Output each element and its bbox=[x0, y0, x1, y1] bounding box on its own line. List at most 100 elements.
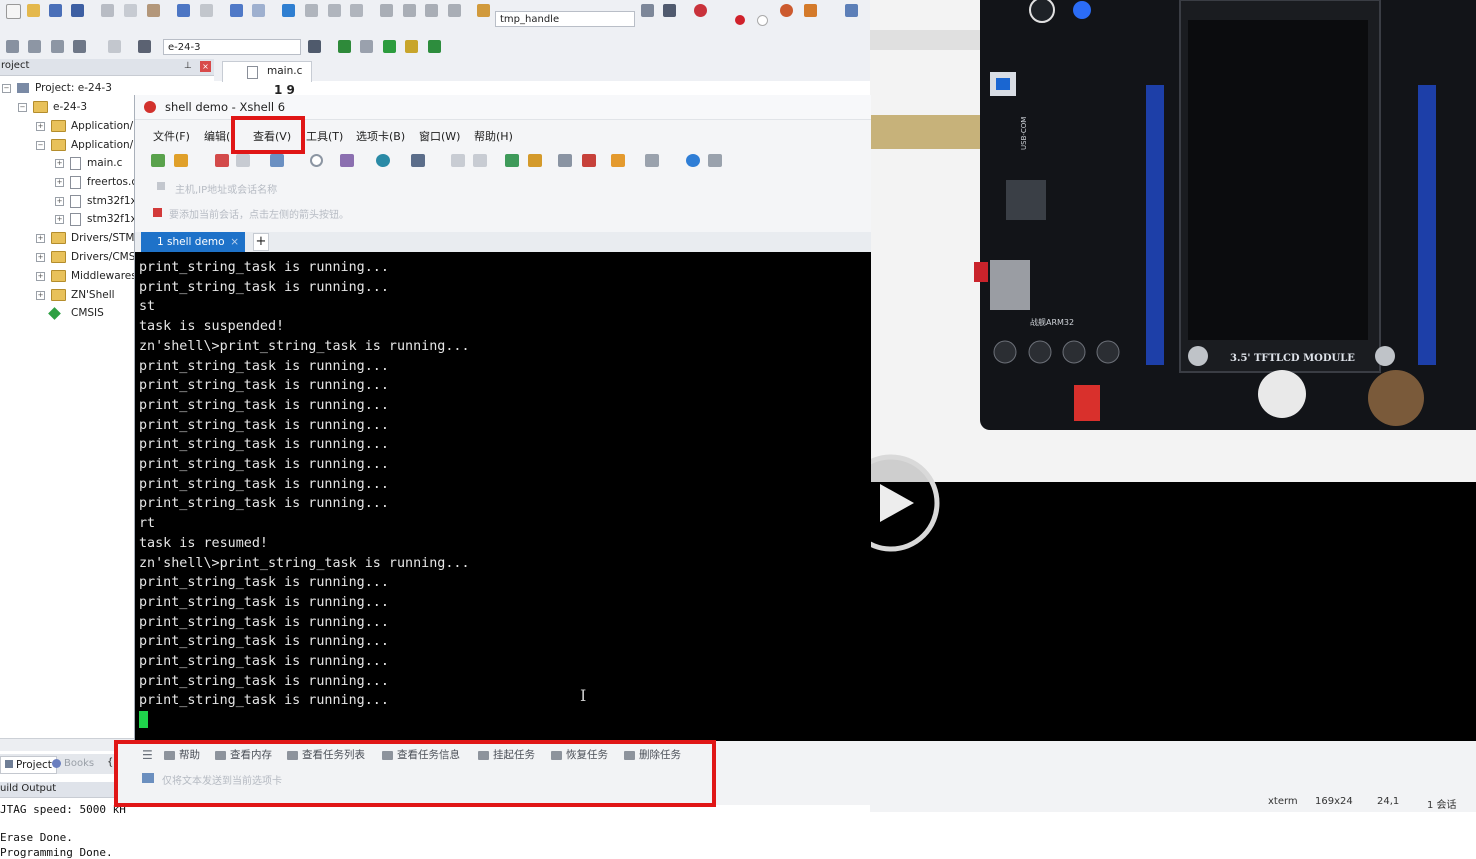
collapse-icon[interactable]: − bbox=[18, 102, 27, 112]
disconnect-icon[interactable] bbox=[236, 154, 250, 167]
terminal[interactable]: print_string_task is running... print_str… bbox=[135, 252, 871, 741]
close-panel-icon[interactable]: × bbox=[200, 61, 211, 72]
bookmark-icon[interactable] bbox=[282, 4, 295, 17]
tree-item-cmsis[interactable]: CMSIS bbox=[48, 305, 104, 321]
tab-books[interactable]: Books bbox=[52, 758, 94, 769]
file-extensions-icon[interactable] bbox=[360, 40, 373, 53]
quick-cmd-task-info[interactable]: 查看任务信息 bbox=[382, 747, 460, 762]
comment-icon[interactable] bbox=[425, 4, 438, 17]
compose-icon[interactable] bbox=[611, 154, 625, 167]
collapse-icon[interactable]: − bbox=[2, 83, 11, 93]
fullscreen-icon[interactable] bbox=[505, 154, 519, 167]
properties-icon[interactable] bbox=[340, 154, 354, 167]
kill-breakpoints-icon[interactable] bbox=[780, 4, 793, 17]
stop-build-icon[interactable] bbox=[108, 40, 121, 53]
manage-components-icon[interactable] bbox=[338, 40, 351, 53]
redo-icon[interactable] bbox=[200, 4, 213, 17]
address-bar[interactable]: 主机,IP地址或会话名称 bbox=[135, 177, 871, 197]
editor-tab-main-c[interactable]: main.c bbox=[222, 61, 312, 82]
help-icon[interactable] bbox=[686, 154, 700, 167]
rebuild-icon[interactable] bbox=[51, 40, 64, 53]
menu-help[interactable]: 帮助(H) bbox=[474, 128, 513, 144]
collapse-icon[interactable]: − bbox=[36, 140, 45, 150]
find-in-files-icon[interactable] bbox=[477, 4, 490, 17]
window-layout-icon[interactable] bbox=[845, 4, 858, 17]
tree-item-group[interactable]: − Application/ bbox=[36, 137, 133, 153]
expand-icon[interactable]: + bbox=[55, 214, 64, 224]
menu-view[interactable]: 查看(V) bbox=[253, 128, 291, 144]
disable-breakpoint-icon[interactable] bbox=[757, 15, 768, 26]
menu-file[interactable]: 文件(F) bbox=[153, 128, 190, 144]
quick-cmd-suspend-task[interactable]: 挂起任务 bbox=[478, 747, 535, 762]
new-file-icon[interactable] bbox=[6, 4, 21, 19]
target-options-icon[interactable] bbox=[308, 40, 321, 53]
tree-item-group[interactable]: + Drivers/STM3 bbox=[36, 230, 141, 246]
globe-icon[interactable] bbox=[376, 154, 390, 167]
expand-icon[interactable]: + bbox=[36, 252, 45, 262]
tree-item-file[interactable]: + stm32f1x bbox=[55, 211, 137, 227]
indent-icon[interactable] bbox=[380, 4, 393, 17]
target-combo[interactable]: e-24-3 bbox=[163, 39, 301, 55]
bookmark-prev-icon[interactable] bbox=[305, 4, 318, 17]
tree-item-target[interactable]: − e-24-3 bbox=[18, 99, 87, 115]
save-icon[interactable] bbox=[49, 4, 62, 17]
quick-cmd-resume-task[interactable]: 恢复任务 bbox=[551, 747, 608, 762]
expand-icon[interactable]: + bbox=[36, 271, 45, 281]
close-tab-icon[interactable]: × bbox=[230, 232, 239, 252]
rte-icon[interactable] bbox=[428, 40, 441, 53]
find-icon[interactable] bbox=[310, 154, 323, 167]
menu-tabs[interactable]: 选项卡(B) bbox=[356, 128, 405, 144]
nav-back-icon[interactable] bbox=[230, 4, 243, 17]
keyboard-icon[interactable] bbox=[558, 154, 572, 167]
tree-item-file[interactable]: + freertos.c bbox=[55, 174, 137, 190]
tree-item-group[interactable]: + Middlewares bbox=[36, 268, 137, 284]
menu-tools[interactable]: 工具(T) bbox=[306, 128, 343, 144]
expand-icon[interactable]: + bbox=[36, 233, 45, 243]
quick-cmd-task-list[interactable]: 查看任务列表 bbox=[287, 747, 365, 762]
script-icon[interactable] bbox=[451, 154, 465, 167]
tree-item-group[interactable]: + Application/ bbox=[36, 118, 133, 134]
expand-icon[interactable]: + bbox=[55, 158, 64, 168]
uncomment-icon[interactable] bbox=[448, 4, 461, 17]
paste-icon[interactable] bbox=[147, 4, 160, 17]
copy-icon[interactable] bbox=[124, 4, 137, 17]
outdent-icon[interactable] bbox=[403, 4, 416, 17]
highlight-icon[interactable] bbox=[582, 154, 596, 167]
quick-cmd-help[interactable]: 帮助 bbox=[164, 747, 200, 762]
build-icon[interactable] bbox=[28, 40, 41, 53]
tree-item-file[interactable]: + stm32f1x bbox=[55, 193, 137, 209]
transfer-icon[interactable] bbox=[473, 154, 487, 167]
find-icon[interactable] bbox=[641, 4, 654, 17]
tree-item-group[interactable]: + Drivers/CMS bbox=[36, 249, 135, 265]
undo-icon[interactable] bbox=[177, 4, 190, 17]
lock-icon[interactable] bbox=[528, 154, 542, 167]
breakpoint-icon[interactable] bbox=[735, 15, 745, 25]
expand-icon[interactable]: + bbox=[55, 196, 64, 206]
open-session-icon[interactable] bbox=[174, 154, 188, 167]
quick-cmd-delete-task[interactable]: 删除任务 bbox=[624, 747, 681, 762]
address-input[interactable]: 主机,IP地址或会话名称 bbox=[175, 181, 277, 196]
font-icon[interactable] bbox=[411, 154, 425, 167]
layout-icon[interactable] bbox=[645, 154, 659, 167]
nav-forward-icon[interactable] bbox=[252, 4, 265, 17]
new-session-icon[interactable] bbox=[151, 154, 165, 167]
add-tab-button[interactable]: + bbox=[253, 233, 269, 251]
incremental-find-icon[interactable] bbox=[663, 4, 676, 17]
session-tab[interactable]: 1 shell demo × bbox=[141, 232, 245, 252]
compose-input[interactable]: 仅将文本发送到当前选项卡 bbox=[162, 772, 282, 787]
select-packs-icon[interactable] bbox=[405, 40, 418, 53]
translate-icon[interactable] bbox=[6, 40, 19, 53]
config-icon[interactable] bbox=[804, 4, 817, 17]
new-tab-icon[interactable] bbox=[270, 154, 284, 167]
quick-cmd-view-memory[interactable]: 查看内存 bbox=[215, 747, 272, 762]
open-folder-icon[interactable] bbox=[27, 4, 40, 17]
bookmark-clear-icon[interactable] bbox=[350, 4, 363, 17]
tab-project[interactable]: Project bbox=[0, 756, 57, 774]
find-combo[interactable]: tmp_handle bbox=[495, 11, 635, 27]
save-all-icon[interactable] bbox=[71, 4, 84, 17]
chat-icon[interactable] bbox=[708, 154, 722, 167]
download-icon[interactable] bbox=[138, 40, 151, 53]
menu-window[interactable]: 窗口(W) bbox=[419, 128, 460, 144]
pack-installer-icon[interactable] bbox=[383, 40, 396, 53]
bookmark-next-icon[interactable] bbox=[328, 4, 341, 17]
